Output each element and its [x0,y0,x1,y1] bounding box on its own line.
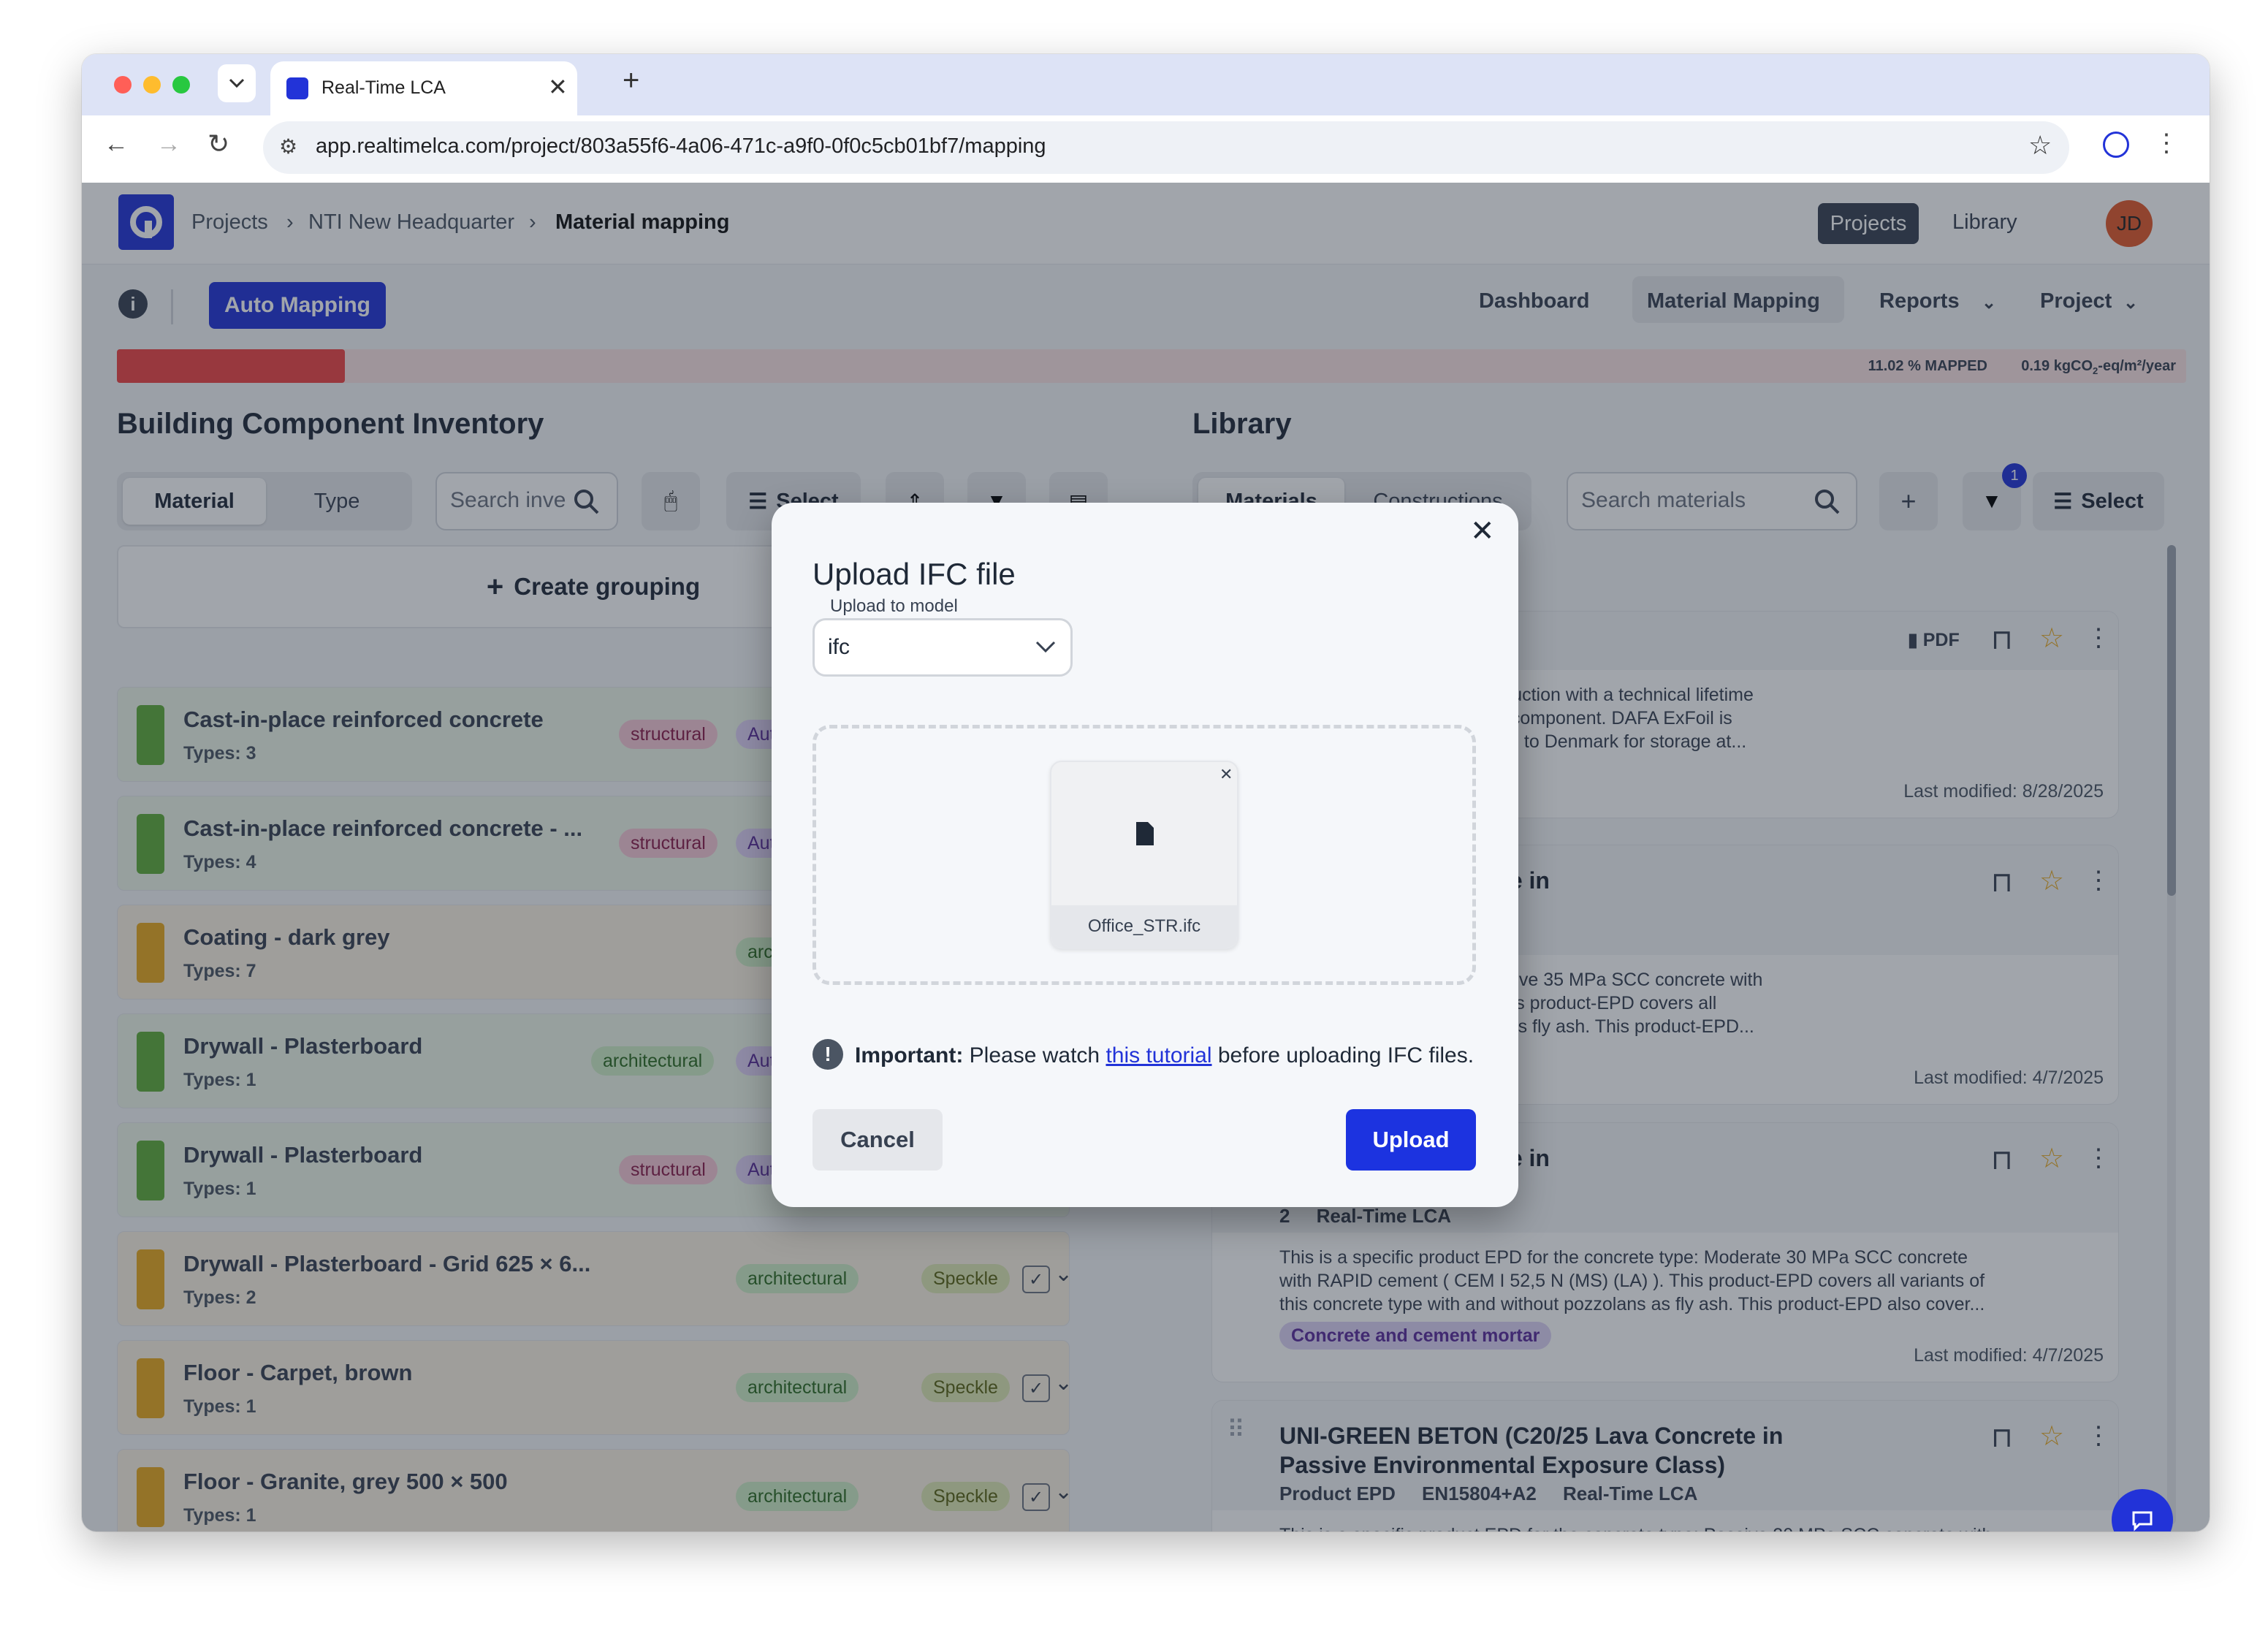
new-tab-icon[interactable]: + [623,64,639,97]
chevron-down-icon [229,78,245,88]
tab-bar: Real-Time LCA ✕ + [82,54,2210,115]
maximize-window-button[interactable] [172,76,190,94]
reload-icon[interactable]: ↻ [208,129,229,159]
file-dropzone[interactable]: ✕ Office_STR.ifc [813,725,1476,985]
file-name: Office_STR.ifc [1051,905,1237,948]
minimize-window-button[interactable] [143,76,161,94]
browser-menu-icon[interactable]: ⋮ [2154,129,2179,158]
remove-file-icon[interactable]: ✕ [1219,765,1233,784]
tab-list-button[interactable] [218,64,256,102]
tutorial-link[interactable]: this tutorial [1106,1043,1211,1068]
file-preview: ✕ Office_STR.ifc [1050,761,1238,949]
tab-title: Real-Time LCA [321,77,446,98]
file-icon [1136,822,1154,845]
cancel-button[interactable]: Cancel [813,1109,943,1171]
chevron-down-icon [1035,641,1056,653]
favicon-icon [286,77,308,99]
bookmark-star-icon[interactable]: ☆ [2028,130,2052,161]
address-bar-row: ← → ↻ ⚙ app.realtimelca.com/project/803a… [82,115,2210,183]
model-select-label: Upload to model [830,596,958,616]
url-field[interactable]: ⚙ app.realtimelca.com/project/803a55f6-4… [263,121,2069,174]
close-window-button[interactable] [114,76,132,94]
model-select[interactable]: ifc [813,618,1073,677]
back-icon[interactable]: ← [104,130,129,159]
warning-icon: ! [813,1039,843,1070]
url-text: app.realtimelca.com/project/803a55f6-4a0… [316,134,1046,158]
app: Projects › NTI New Headquarter › Materia… [82,183,2210,1531]
browser-window: Real-Time LCA ✕ + ← → ↻ ⚙ app.realtimelc… [82,54,2210,1531]
site-settings-icon[interactable]: ⚙ [279,134,297,159]
upload-button[interactable]: Upload [1346,1109,1476,1171]
chat-icon [2132,1511,2153,1531]
forward-icon[interactable]: → [156,130,181,159]
model-select-value: ifc [828,635,850,659]
important-notice: Important: Please watch this tutorial be… [855,1043,1474,1068]
modal-title: Upload IFC file [813,557,1016,591]
upload-ifc-modal: ✕ Upload IFC file Upload to model ifc ✕ … [772,503,1518,1207]
browser-tab[interactable]: Real-Time LCA ✕ [270,61,577,115]
close-tab-icon[interactable]: ✕ [548,73,568,101]
profile-icon[interactable] [2103,132,2129,158]
close-modal-icon[interactable]: ✕ [1470,514,1495,548]
